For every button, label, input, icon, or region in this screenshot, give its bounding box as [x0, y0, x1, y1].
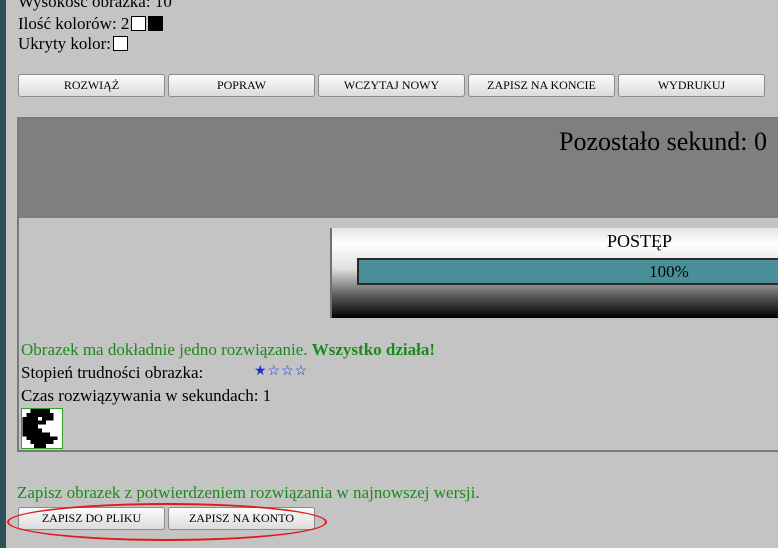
- save-on-account-button[interactable]: ZAPISZ NA KONCIE: [468, 74, 615, 97]
- hidden-color-swatch: [113, 36, 129, 51]
- progress-box: POSTĘP 100%: [330, 228, 778, 318]
- color-count-row: Ilość kolorów: 2: [18, 14, 164, 33]
- color-count-label: Ilość kolorów: 2: [18, 14, 130, 33]
- left-edge-strip: [0, 0, 6, 548]
- timer-band: Pozostało sekund: 0: [19, 119, 778, 218]
- unique-solution-text: Obrazek ma dokładnie jedno rozwiązanie.: [21, 340, 308, 359]
- save-message: Zapisz obrazek z potwierdzeniem rozwiąza…: [17, 483, 480, 502]
- solve-button[interactable]: ROZWIĄŻ: [18, 74, 165, 97]
- difficulty-label: Stopień trudności obrazka:: [21, 363, 204, 382]
- progress-bar: 100%: [357, 258, 778, 285]
- hidden-color-label: Ukryty kolor:: [18, 34, 112, 53]
- load-new-button[interactable]: WCZYTAJ NOWY: [318, 74, 465, 97]
- white-color-swatch: [131, 16, 147, 31]
- result-panel: Pozostało sekund: 0 POSTĘP 100% Obrazek …: [17, 117, 778, 452]
- difficulty-row: Stopień trudności obrazka: ★☆☆☆: [21, 363, 307, 383]
- progress-percent-text: 100%: [649, 262, 689, 281]
- black-color-swatch: [148, 16, 164, 31]
- remaining-seconds-text: Pozostało sekund: 0: [559, 127, 767, 156]
- fix-button[interactable]: POPRAW: [168, 74, 315, 97]
- all-works-text: Wszystko działa!: [311, 340, 436, 359]
- hidden-color-row: Ukryty kolor:: [18, 34, 129, 53]
- solve-time-label: Czas rozwiązywania w sekundach: 1: [21, 386, 272, 405]
- red-highlight-ellipse: [7, 503, 327, 541]
- solution-status: Obrazek ma dokładnie jedno rozwiązanie. …: [21, 340, 435, 360]
- difficulty-stars: ★☆☆☆: [254, 364, 309, 379]
- solved-image-thumbnail: [21, 408, 63, 449]
- progress-title: POSTĘP: [607, 231, 673, 251]
- print-button[interactable]: WYDRUKUJ: [618, 74, 765, 97]
- image-height-label: Wysokość obrazka: 10: [18, 0, 172, 11]
- pacman-icon: [22, 409, 58, 448]
